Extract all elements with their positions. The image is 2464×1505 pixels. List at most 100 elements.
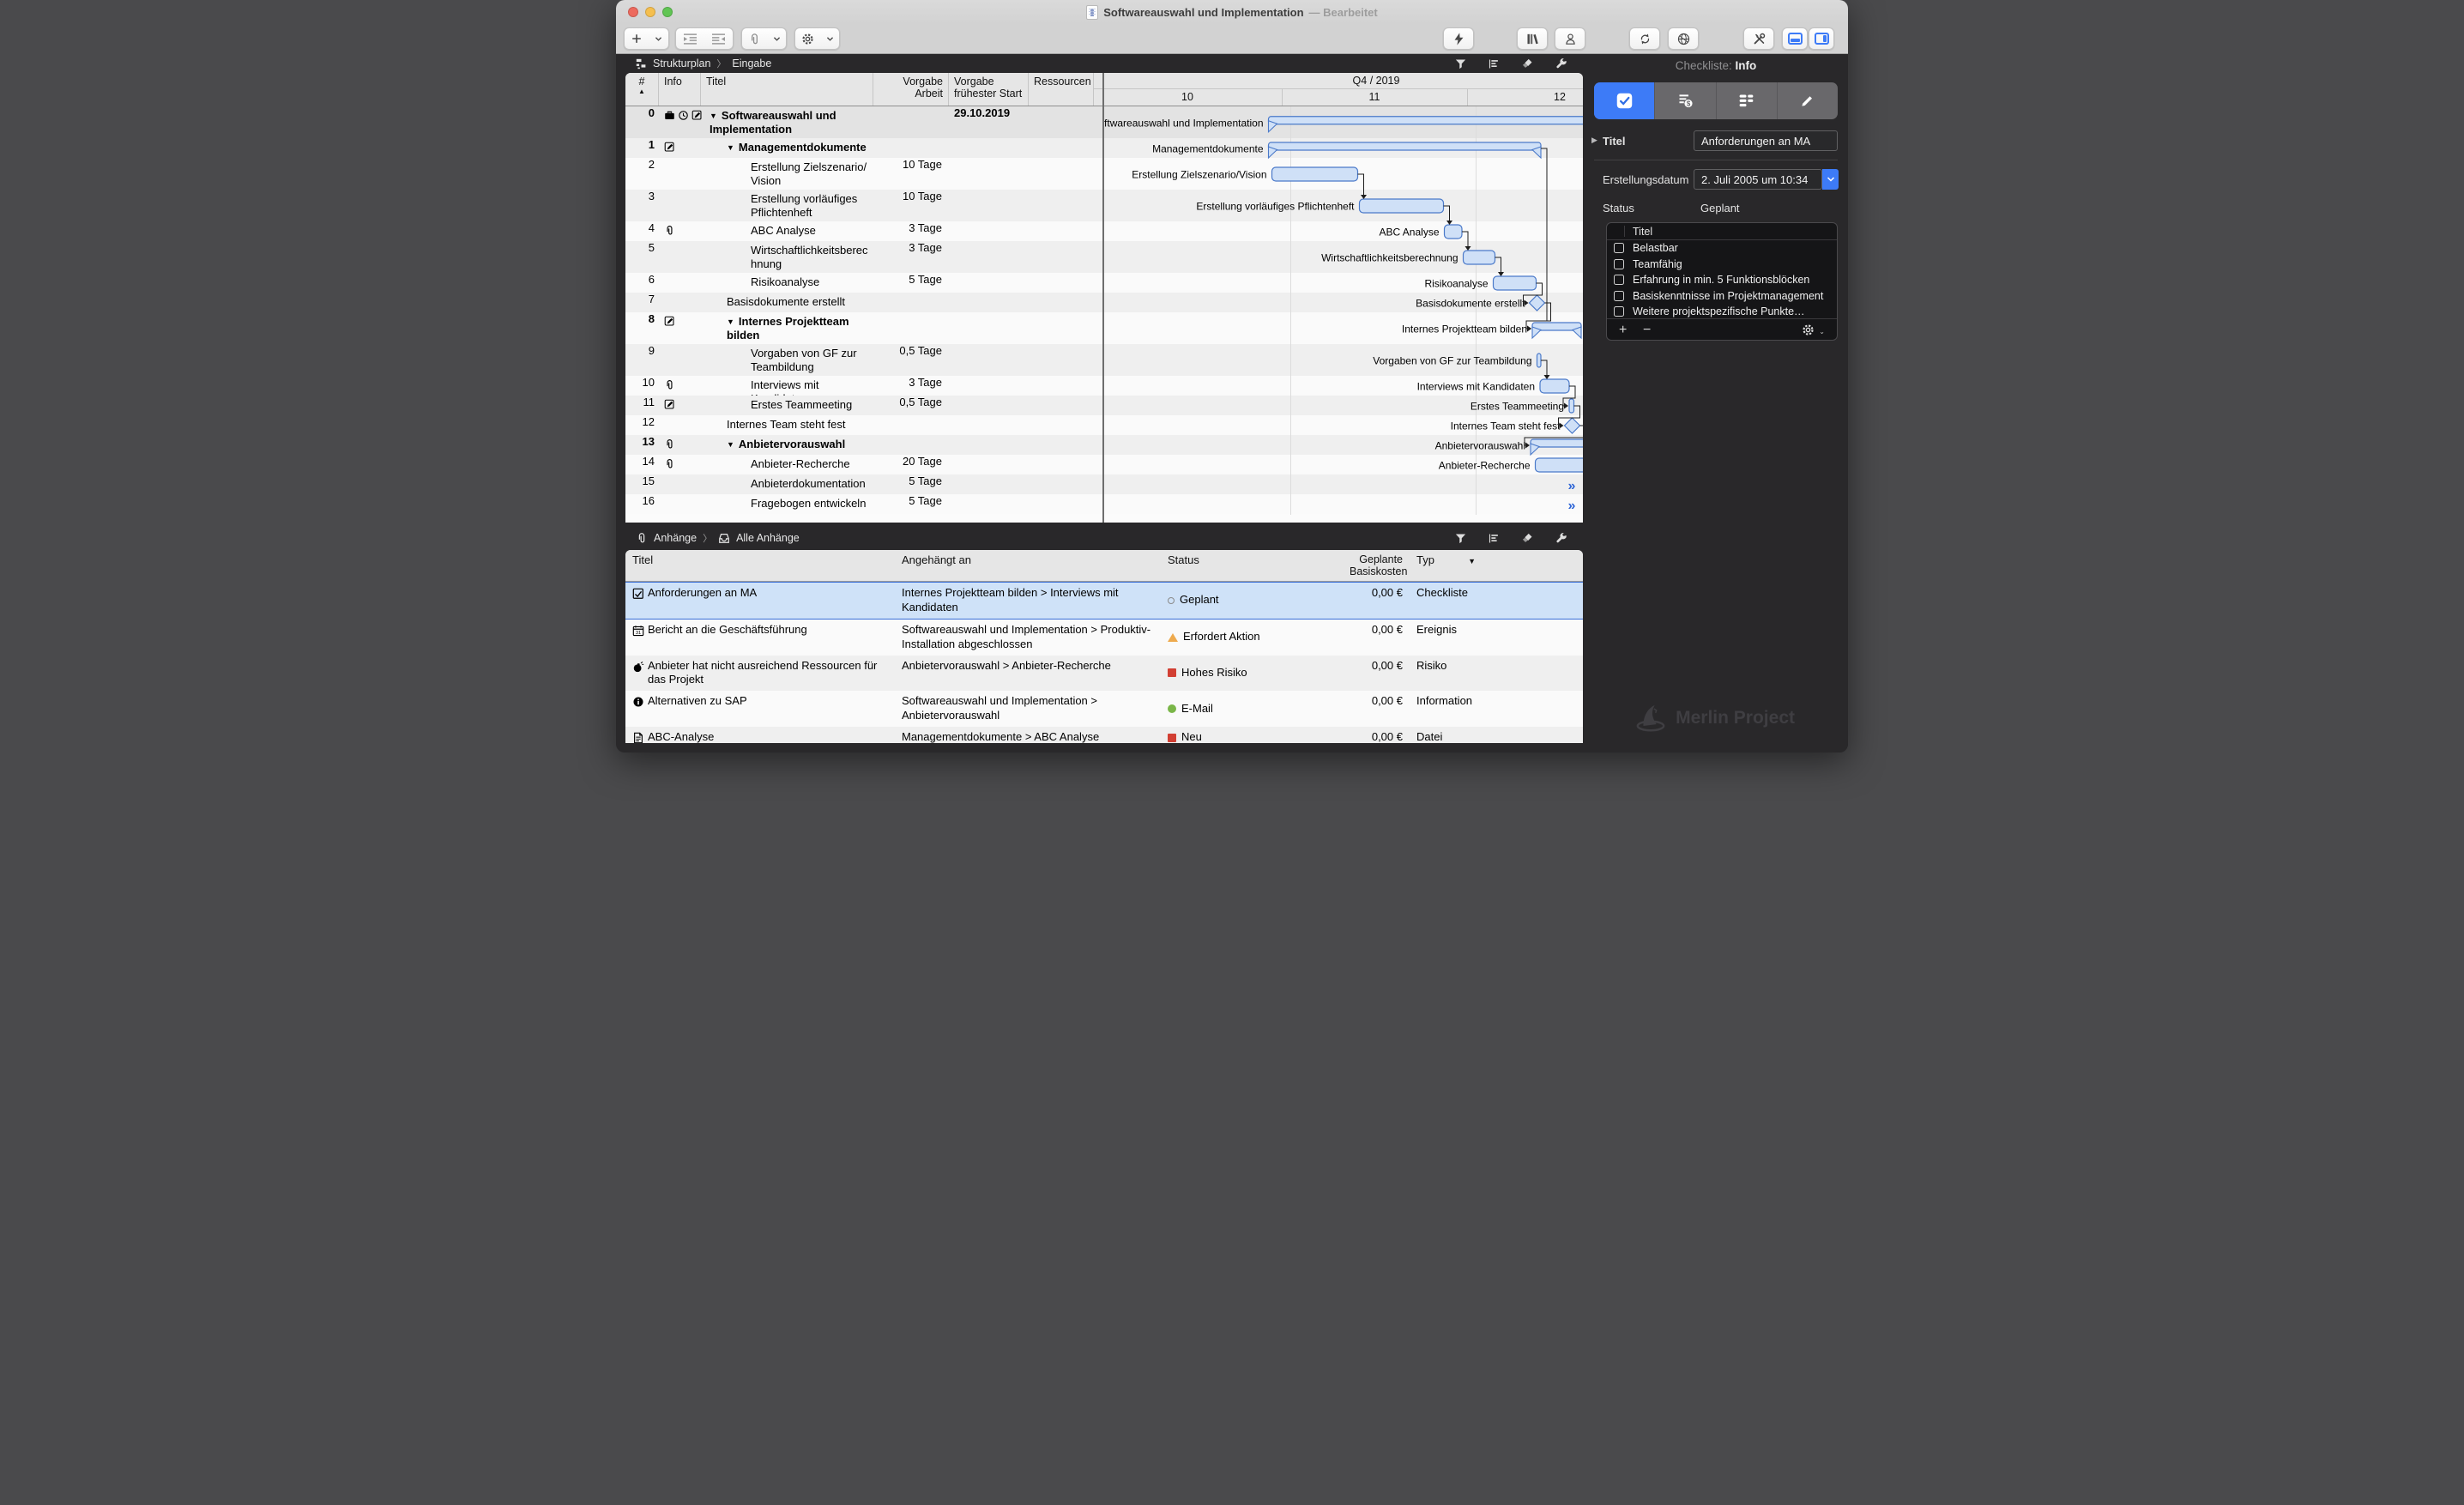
checklist-item[interactable]: Weitere projektspezifische Punkte… — [1607, 304, 1837, 320]
task-title[interactable]: Erstellung Zielszenario/ Vision — [701, 158, 873, 190]
task-start[interactable] — [949, 221, 1029, 241]
attachment-row[interactable]: Anbieter hat nicht ausreichend Ressource… — [625, 655, 1583, 692]
task-resources[interactable] — [1029, 241, 1094, 273]
task-title[interactable]: Internes Team steht fest — [701, 415, 873, 435]
wrench-icon[interactable] — [1555, 57, 1567, 70]
checklist-item[interactable]: Belastbar — [1607, 240, 1837, 257]
task-start[interactable] — [949, 158, 1029, 190]
attachment-row[interactable]: Anforderungen an MA Internes Projektteam … — [625, 582, 1583, 620]
task-work[interactable]: 20 Tage — [873, 455, 949, 474]
task-title[interactable]: ABC Analyse — [701, 221, 873, 241]
col-att-typ[interactable]: Typ ▼ — [1410, 550, 1484, 581]
task-resources[interactable] — [1029, 312, 1094, 344]
checklist-item[interactable]: Erfahrung in min. 5 Funktionsblöcken — [1607, 272, 1837, 288]
task-row[interactable]: 2 Erstellung Zielszenario/ Vision 10 Tage — [625, 158, 1583, 190]
brush-icon[interactable] — [1521, 57, 1534, 70]
task-work[interactable]: 5 Tage — [873, 273, 949, 293]
task-resources[interactable] — [1029, 494, 1094, 514]
task-title[interactable]: ▼ Managementdokumente — [701, 138, 873, 158]
network-button[interactable] — [1668, 27, 1699, 50]
col-titel[interactable]: Titel — [701, 73, 873, 106]
task-start[interactable] — [949, 293, 1029, 312]
col-att-cost[interactable]: Geplante Basiskosten — [1343, 550, 1410, 581]
tab-edit[interactable] — [1778, 82, 1838, 119]
outline-icon[interactable] — [1488, 57, 1501, 70]
task-work[interactable]: 10 Tage — [873, 190, 949, 221]
task-work[interactable] — [873, 312, 949, 344]
settings-button[interactable] — [794, 27, 840, 50]
item-checkbox[interactable] — [1614, 290, 1624, 301]
task-row[interactable]: 11 Erstes Teammeeting 0,5 Tage — [625, 396, 1583, 415]
collapse-icon[interactable]: ▼ — [727, 317, 734, 326]
col-num[interactable]: # ▲ — [625, 73, 659, 106]
created-field[interactable]: 2. Juli 2005 um 10:34 — [1694, 169, 1822, 190]
col-att-attached[interactable]: Angehängt an — [895, 550, 1161, 581]
task-title[interactable]: Anbieterdokumentation — [701, 474, 873, 494]
task-work[interactable]: 10 Tage — [873, 158, 949, 190]
task-title[interactable]: Erstes Teammeeting — [701, 396, 873, 415]
outdent-icon[interactable] — [704, 28, 733, 49]
tab-checklist[interactable] — [1594, 82, 1656, 119]
checklist-item[interactable]: Teamfähig — [1607, 257, 1837, 273]
task-row[interactable]: 10Interviews mit Kandidaten3 Tage — [625, 376, 1583, 405]
task-row[interactable]: 16 Fragebogen entwickeln 5 Tage — [625, 494, 1583, 514]
task-start[interactable] — [949, 474, 1029, 494]
sync-button[interactable] — [1629, 27, 1660, 50]
collapse-icon[interactable]: ▼ — [727, 143, 734, 152]
task-start[interactable] — [949, 312, 1029, 344]
col-info[interactable]: Info — [659, 73, 701, 106]
task-start[interactable] — [949, 273, 1029, 293]
task-resources[interactable] — [1029, 138, 1094, 158]
chevron-down-icon[interactable] — [767, 28, 787, 49]
task-start[interactable] — [949, 435, 1029, 455]
attachment-row[interactable]: Bericht an die Geschäftsführung Softwarea… — [625, 619, 1583, 656]
task-start[interactable] — [949, 415, 1029, 435]
chevron-down-icon[interactable] — [649, 28, 668, 49]
breadcrumb-mode[interactable]: Eingabe — [732, 57, 771, 70]
task-row[interactable]: 15 Anbieterdokumentation 5 Tage — [625, 474, 1583, 494]
task-start[interactable] — [949, 455, 1029, 474]
task-resources[interactable] — [1029, 190, 1094, 221]
gear-icon[interactable] — [1802, 323, 1815, 336]
library-button[interactable] — [1517, 27, 1548, 50]
task-start[interactable]: 29.10.2019 — [949, 106, 1029, 139]
task-row[interactable]: 12 Internes Team steht fest — [625, 415, 1583, 435]
task-row[interactable]: 4 ABC Analyse 3 Tage — [625, 221, 1583, 241]
task-resources[interactable] — [1029, 106, 1094, 139]
task-title[interactable]: ▼ Anbietervorauswahl — [701, 435, 873, 455]
task-resources[interactable] — [1029, 415, 1094, 435]
date-dropdown-button[interactable] — [1822, 169, 1839, 190]
item-checkbox[interactable] — [1614, 306, 1624, 317]
resources-button[interactable] — [1555, 27, 1585, 50]
item-checkbox[interactable] — [1614, 275, 1624, 285]
col-work[interactable]: Vorgabe Arbeit — [873, 73, 949, 106]
task-start[interactable] — [949, 396, 1029, 415]
task-work[interactable] — [873, 415, 949, 435]
task-work[interactable]: 5 Tage — [873, 494, 949, 514]
task-start[interactable] — [949, 241, 1029, 273]
checklist-item[interactable]: Basiskenntnisse im Projektmanagement — [1607, 288, 1837, 305]
col-att-status[interactable]: Status — [1161, 550, 1343, 581]
task-resources[interactable] — [1029, 158, 1094, 190]
funnel-icon[interactable] — [1454, 532, 1467, 545]
tools-button[interactable] — [1743, 27, 1774, 50]
task-resources[interactable] — [1029, 435, 1094, 455]
task-row[interactable]: 0 ▼ Softwareauswahl und Implementation 29.1… — [625, 106, 1583, 139]
task-start[interactable] — [949, 344, 1029, 376]
attachment-row[interactable]: ABC-Analyse Managementdokumente > ABC Ana… — [625, 727, 1583, 743]
task-title[interactable]: Risikoanalyse — [701, 273, 873, 293]
task-title[interactable]: ▼ Softwareauswahl und Implementation — [701, 106, 873, 139]
task-resources[interactable] — [1029, 344, 1094, 376]
item-checkbox[interactable] — [1614, 243, 1624, 253]
breadcrumb-view[interactable]: Strukturplan — [653, 57, 710, 70]
indent-icon[interactable] — [676, 28, 704, 49]
col-start[interactable]: Vorgabe frühester Start — [949, 73, 1029, 106]
outline-icon[interactable] — [1488, 532, 1501, 545]
task-work[interactable]: 3 Tage — [873, 241, 949, 273]
col-att-titel[interactable]: Titel — [625, 550, 895, 581]
task-row[interactable]: 13 ▼ Anbietervorauswahl — [625, 435, 1583, 455]
task-work[interactable]: 5 Tage — [873, 474, 949, 494]
task-resources[interactable] — [1029, 221, 1094, 241]
task-start[interactable] — [949, 190, 1029, 221]
task-work[interactable] — [873, 138, 949, 158]
